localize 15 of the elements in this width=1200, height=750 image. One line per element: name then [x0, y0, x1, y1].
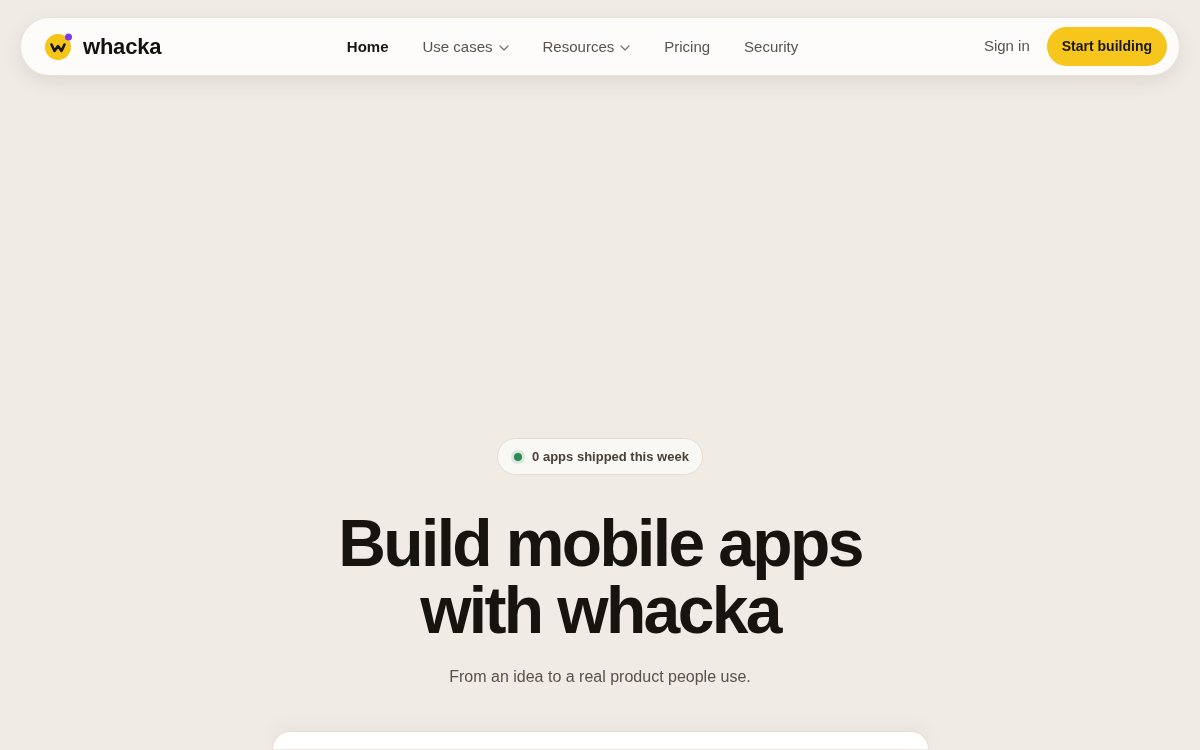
status-dot-icon — [511, 449, 526, 464]
nav-link[interactable]: Home — [346, 36, 389, 57]
nav-link[interactable]: Security — [744, 36, 799, 57]
nav-link[interactable]: Use cases — [422, 36, 509, 57]
start-building-button[interactable]: Start building — [1046, 27, 1167, 66]
chevron-down-icon — [620, 44, 631, 51]
nav-link[interactable]: Resources — [542, 36, 631, 57]
nav-link[interactable]: Pricing — [664, 36, 711, 57]
brand-name[interactable]: whacka — [83, 32, 162, 61]
logo-icon[interactable] — [45, 32, 73, 61]
sign-in-link[interactable]: Sign in — [983, 35, 1030, 58]
chevron-down-icon — [498, 44, 509, 51]
hero-subtitle: From an idea to a real product people use. — [449, 667, 751, 687]
hero-headline: Build mobile apps with whacka — [338, 510, 862, 644]
badge-text: 0 apps shipped this week — [532, 447, 689, 466]
